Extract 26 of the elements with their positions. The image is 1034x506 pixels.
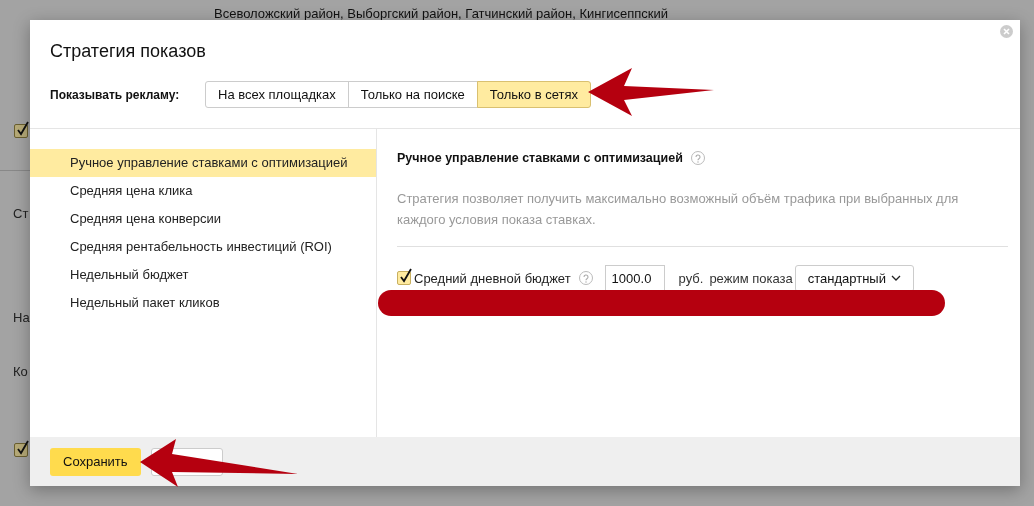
background-label: На [13,309,30,327]
background-label: Ко [13,363,28,381]
checkbox[interactable] [397,271,411,286]
strategy-item[interactable]: Средняя рентабельность инвестиций (ROI) [30,233,376,261]
chevron-down-icon [890,275,901,282]
checkbox[interactable] [14,124,28,138]
dialog-title: Стратегия показов [50,40,207,63]
strategy-title: Ручное управление ставками с оптимизацией [397,150,683,167]
placement-tab[interactable]: На всех площадках [205,81,349,108]
mode-label: режим показа [709,269,793,288]
budget-input[interactable]: 1000.0 [604,264,665,292]
currency-label: руб. [678,269,704,288]
strategy-item[interactable]: Недельный пакет кликов [30,289,376,317]
strategy-item[interactable]: Недельный бюджет [30,261,376,289]
strategy-item[interactable]: Ручное управление ставками с оптимизацией [30,149,376,177]
region-text: Всеволожский район, Выборгский район, Гатчинский район, Кингисеппский [214,5,668,23]
placement-tab[interactable]: Только в сетях [476,81,591,108]
strategy-item[interactable]: Средняя цена клика [30,177,376,205]
strategy-item[interactable]: Средняя цена конверсии [30,205,376,233]
strategy-description: Стратегия позволяет получить максимально возможный объём трафика при выбранных для каждого условия показа ставках. [397,189,960,229]
save-button[interactable]: Сохранить [50,447,141,476]
background-label: Ст [13,205,29,223]
checkbox[interactable] [14,443,28,457]
placement-tab[interactable]: Только на поиске [347,81,478,108]
budget-label: Средний дневной бюджет [414,269,571,288]
show-ads-label: Показывать рекламу: [50,86,181,104]
